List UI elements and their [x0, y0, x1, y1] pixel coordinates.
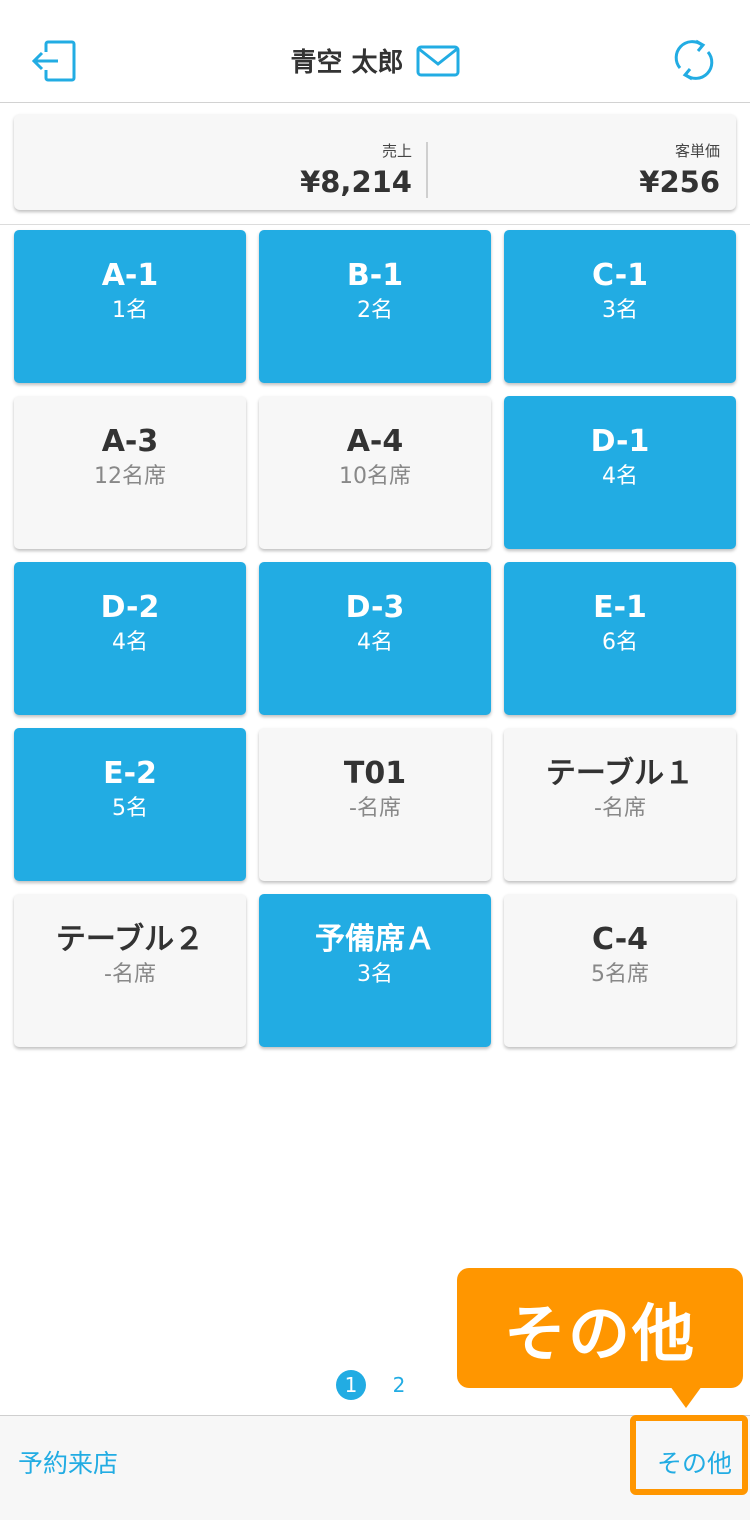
table-guest-count: 12名席: [94, 464, 166, 489]
table-guest-count: 3名: [602, 298, 638, 323]
table-guest-count: 5名: [112, 796, 148, 821]
table-tile[interactable]: A-4 10名席: [259, 396, 491, 549]
table-name: C-1: [591, 258, 649, 293]
header-bar: 青空 太郎: [0, 0, 750, 103]
summary-area: 売上 ¥8,214 客単価 ¥256: [0, 103, 750, 225]
page-button-1[interactable]: 1: [336, 1370, 366, 1400]
table-guest-count: 2名: [357, 298, 393, 323]
user-name: 青空 太郎: [290, 48, 404, 78]
table-tile[interactable]: E-2 5名: [14, 728, 246, 881]
refresh-icon: [674, 39, 714, 81]
table-name: D-1: [590, 424, 650, 459]
table-tile[interactable]: 予備席Ａ 3名: [259, 894, 491, 1047]
table-guest-count: 1名: [112, 298, 148, 323]
header-title-group: 青空 太郎: [0, 42, 750, 79]
summary-card: 売上 ¥8,214 客単価 ¥256: [14, 114, 736, 210]
table-guest-count: -名席: [104, 962, 156, 987]
table-guest-count: 4名: [357, 630, 393, 655]
table-tile[interactable]: D-2 4名: [14, 562, 246, 715]
table-name: D-2: [100, 590, 160, 625]
table-guest-count: 10名席: [339, 464, 411, 489]
annotation-callout: その他: [457, 1268, 743, 1388]
table-name: A-3: [101, 424, 159, 459]
table-tile[interactable]: テーブル２ -名席: [14, 894, 246, 1047]
mail-icon[interactable]: [416, 45, 460, 77]
table-name: テーブル１: [545, 756, 695, 791]
table-name: A-1: [101, 258, 159, 293]
table-tile[interactable]: C-1 3名: [504, 230, 736, 383]
table-tile[interactable]: T01 -名席: [259, 728, 491, 881]
table-name: T01: [343, 756, 407, 791]
table-name: E-1: [593, 590, 647, 625]
table-name: 予備席Ａ: [315, 922, 435, 957]
table-tile[interactable]: B-1 2名: [259, 230, 491, 383]
page-button-2[interactable]: 2: [384, 1370, 414, 1400]
table-guest-count: -名席: [349, 796, 401, 821]
reservation-visit-button[interactable]: 予約来店: [18, 1444, 118, 1480]
table-name: A-4: [346, 424, 404, 459]
annotation-callout-text: その他: [503, 1297, 696, 1370]
table-grid: A-1 1名 B-1 2名 C-1 3名 A-3 12名席 A-4 10名席 D-1 4名 …: [14, 230, 736, 1047]
annotation-callout-tail: [670, 1386, 702, 1408]
average-value: ¥256: [639, 165, 720, 199]
app-screen: 青空 太郎 売上 ¥8,214 客単価 ¥256 A-1 1名 B-1 2名 C…: [0, 0, 750, 1520]
table-tile[interactable]: A-3 12名席: [14, 396, 246, 549]
sales-value: ¥8,214: [300, 165, 412, 199]
table-guest-count: -名席: [594, 796, 646, 821]
table-tile[interactable]: E-1 6名: [504, 562, 736, 715]
table-tile[interactable]: C-4 5名席: [504, 894, 736, 1047]
table-guest-count: 4名: [602, 464, 638, 489]
average-label: 客単価: [674, 142, 720, 160]
table-tile[interactable]: D-3 4名: [259, 562, 491, 715]
table-guest-count: 3名: [357, 962, 393, 987]
average-stat: 客単価 ¥256: [639, 140, 720, 199]
table-name: テーブル２: [55, 922, 205, 957]
table-name: E-2: [103, 756, 157, 791]
annotation-highlight-box: [630, 1415, 748, 1495]
refresh-button[interactable]: [672, 38, 716, 82]
table-tile[interactable]: テーブル１ -名席: [504, 728, 736, 881]
table-tile[interactable]: A-1 1名: [14, 230, 246, 383]
table-name: B-1: [346, 258, 404, 293]
table-guest-count: 6名: [602, 630, 638, 655]
summary-divider: [426, 142, 428, 198]
table-guest-count: 4名: [112, 630, 148, 655]
sales-stat: 売上 ¥8,214: [300, 140, 412, 199]
table-name: D-3: [345, 590, 405, 625]
sales-label: 売上: [381, 142, 412, 160]
table-name: C-4: [591, 922, 649, 957]
table-tile[interactable]: D-1 4名: [504, 396, 736, 549]
table-guest-count: 5名席: [591, 962, 649, 987]
